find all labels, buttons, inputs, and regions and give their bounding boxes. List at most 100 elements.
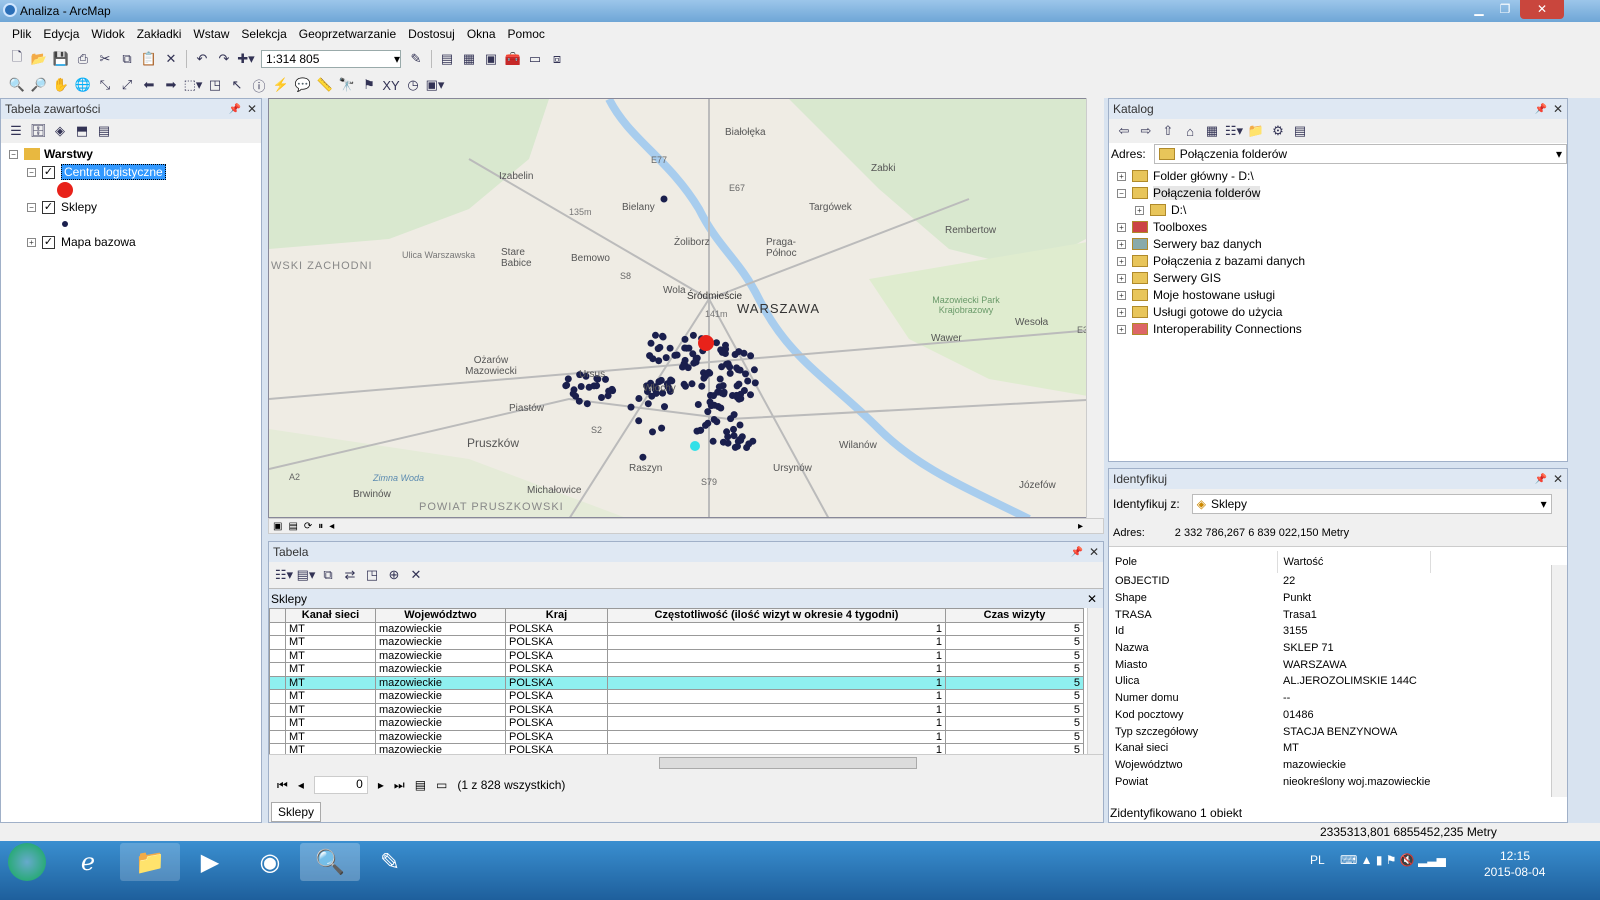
python-window-icon[interactable]: ▭ [526,50,544,68]
row-selector[interactable] [269,648,286,663]
row-selector[interactable] [269,675,286,690]
table-row[interactable]: MT mazowieckie POLSKA 1 5 [269,635,1084,650]
collapse-icon[interactable]: − [1117,188,1126,198]
time-slider-icon[interactable]: ◷ [404,76,422,94]
shop-point[interactable] [661,403,668,411]
editor-icon[interactable]: ✎ [407,50,425,68]
identify-row[interactable]: Kanał sieci MT [1109,740,1549,757]
shop-point[interactable] [710,392,717,400]
back-extent-icon[interactable]: ⬅ [140,76,158,94]
shop-point[interactable] [662,354,670,362]
table-row[interactable]: MT mazowieckie POLSKA 1 5 [269,675,1084,690]
catalog-address-field[interactable]: Połączenia folderów ▾ [1153,144,1567,164]
chevron-down-icon[interactable]: ▾ [1556,147,1562,161]
scroll-right-icon[interactable]: ▸ [1078,521,1083,532]
data-view-icon[interactable]: ▣ [273,521,282,532]
shop-point[interactable] [709,437,717,445]
list-by-selection-icon[interactable]: ⬒ [73,122,91,140]
shop-point[interactable] [704,408,712,416]
shop-point[interactable] [731,351,739,358]
shop-point[interactable] [658,424,666,432]
shop-point[interactable] [583,400,591,408]
options-icon[interactable]: ▤ [95,122,113,140]
pause-drawing-icon[interactable]: ⏸ [318,521,323,532]
table-row[interactable]: MT mazowieckie POLSKA 1 5 [269,648,1084,663]
shop-point[interactable] [713,418,721,426]
refresh-icon[interactable]: ⟳ [304,521,312,532]
shop-point[interactable] [723,428,731,436]
scroll-left-icon[interactable]: ◂ [329,521,334,532]
record-number-input[interactable]: 0 [313,776,368,794]
arctoolbox-icon[interactable]: 🧰 [504,50,522,68]
identify-row[interactable]: Kod pocztowy 01486 [1109,707,1549,724]
catalog-item[interactable]: + Folder główny - D:\ [1117,167,1254,185]
layer-visibility-checkbox[interactable]: ✓ [42,200,55,214]
toc-layer-mapa[interactable]: + ✓ Mapa bazowa [27,233,136,251]
toc-root-row[interactable]: − Warstwy [9,145,93,163]
shop-point[interactable] [740,387,748,394]
identify-icon[interactable]: ⓘ [250,76,268,94]
shop-point[interactable] [717,404,725,412]
tree-options-icon[interactable]: ⚙ [1269,122,1287,140]
identify-row[interactable]: Powiat nieokreślony woj.mazowieckie [1109,773,1549,790]
layer-visibility-checkbox[interactable]: ✓ [42,165,55,179]
column-header[interactable]: Częstotliwość (ilość wizyt w okresie 4 t… [607,608,946,623]
shop-point[interactable] [723,360,730,368]
layer-label[interactable]: Sklepy [61,200,97,214]
go-to-xy-icon[interactable]: XY [382,76,400,94]
expand-icon[interactable]: + [1117,307,1126,317]
pin-icon[interactable]: 📌 [1070,547,1082,558]
add-data-icon[interactable]: ✚▾ [237,50,255,68]
measure-icon[interactable]: 📏 [316,76,334,94]
row-selector[interactable] [269,716,286,731]
close-icon[interactable]: ✕ [1089,545,1099,559]
menu-dostosuj[interactable]: Dostosuj [408,27,455,41]
close-icon[interactable]: ✕ [1553,102,1563,116]
close-icon[interactable]: ✕ [1553,472,1563,486]
menu-edycja[interactable]: Edycja [43,27,79,41]
expand-icon[interactable]: + [1117,324,1126,334]
shop-point[interactable] [590,382,598,390]
shop-point[interactable] [706,398,714,406]
clear-selection-icon[interactable]: ◳ [363,566,381,584]
shop-point[interactable] [713,339,720,347]
close-icon[interactable]: ✕ [247,102,257,116]
catalog-item[interactable]: + Serwery baz danych [1117,235,1262,253]
list-by-visibility-icon[interactable]: ◈ [51,122,69,140]
shop-point[interactable] [740,349,748,357]
identify-row[interactable]: Id 3155 [1109,623,1549,640]
identify-row[interactable]: Miasto WARSZAWA [1109,656,1549,673]
toggle-contents-icon[interactable]: ▦ [1203,122,1221,140]
shop-point[interactable] [718,348,726,356]
arcmap-taskbar-icon[interactable]: 🔍 [300,843,360,881]
row-selector[interactable] [269,662,286,677]
shop-point[interactable] [735,380,743,388]
shop-point[interactable] [736,421,744,429]
model-builder-icon[interactable]: ⧈ [548,50,566,68]
shop-point[interactable] [742,370,749,378]
shop-point[interactable] [715,383,723,391]
column-header[interactable]: Kanał sieci [285,608,376,623]
first-record-icon[interactable]: ⏮ [277,778,288,793]
scroll-thumb[interactable] [659,757,917,769]
start-button[interactable] [0,843,54,881]
map-view[interactable]: Białołęka Izabelin Bielany Zabki Targówe… [268,98,1104,518]
selected-shop-point[interactable] [690,441,700,451]
layer-label[interactable]: Centra logistyczne [61,164,166,180]
shop-point[interactable] [744,377,752,385]
shop-point[interactable] [635,417,643,425]
shop-point[interactable] [751,379,759,387]
pan-icon[interactable]: ✋ [52,76,70,94]
select-features-icon[interactable]: ⬚▾ [184,76,203,94]
menu-pomoc[interactable]: Pomoc [508,27,545,41]
shop-point[interactable] [659,332,666,340]
shop-point[interactable] [730,411,738,419]
shop-point[interactable] [562,382,570,390]
close-window-button[interactable]: ✕ [1520,0,1564,19]
new-icon[interactable]: 🗋 [8,49,26,68]
pin-icon[interactable]: 📌 [228,104,240,115]
media-player-icon[interactable]: ▶ [180,843,240,881]
layout-view-icon[interactable]: ▤ [288,521,297,532]
expand-icon[interactable]: + [1117,256,1126,266]
expand-icon[interactable]: + [1117,290,1126,300]
